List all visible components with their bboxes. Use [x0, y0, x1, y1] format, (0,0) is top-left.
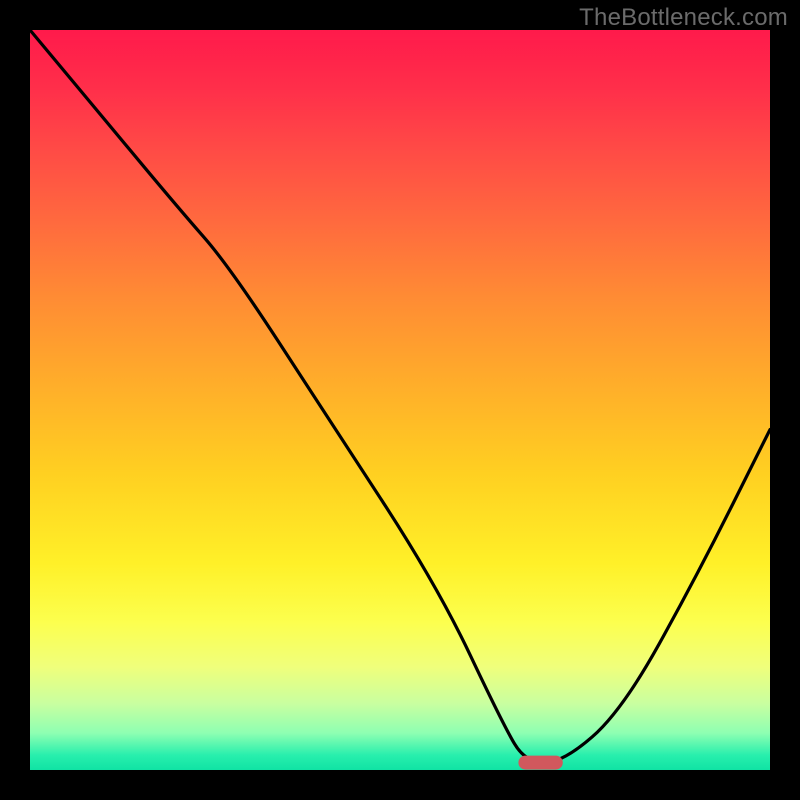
curve-svg [30, 30, 770, 770]
chart-stage: TheBottleneck.com [0, 0, 800, 800]
bottleneck-curve [30, 30, 770, 763]
watermark-text: TheBottleneck.com [579, 4, 788, 32]
optimum-pill [518, 756, 562, 770]
plot-area [30, 30, 770, 770]
